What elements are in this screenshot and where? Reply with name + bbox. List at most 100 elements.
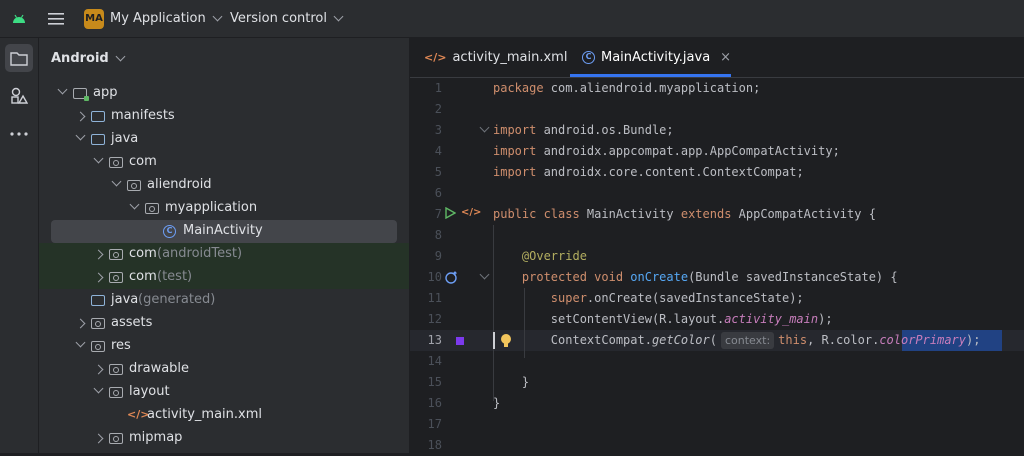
chevron-right-icon[interactable] <box>93 272 104 283</box>
tree-item[interactable]: </> activity_main.xml <box>39 404 409 427</box>
tree-item-label: layout <box>129 384 170 399</box>
tree-item[interactable]: layout <box>39 381 409 404</box>
tree-item[interactable]: manifests <box>39 105 409 128</box>
code-line-4: import androidx.appcompat.app.AppCompatA… <box>493 144 840 158</box>
line-number: 7 <box>434 207 442 221</box>
line-number: 4 <box>434 144 442 158</box>
tree-item-label: aliendroid <box>147 177 212 192</box>
line-number: 5 <box>434 165 442 179</box>
color-swatch-icon[interactable] <box>456 337 464 345</box>
package-icon <box>145 203 159 214</box>
more-tools-button[interactable] <box>5 120 33 148</box>
chevron-right-icon[interactable] <box>93 249 104 260</box>
tree-item-label: myapplication <box>165 200 258 215</box>
chevron-down-icon[interactable] <box>111 176 122 187</box>
tree-item-label: activity_main.xml <box>147 407 263 422</box>
chevron-right-icon[interactable] <box>75 111 86 122</box>
line-number: 10 <box>427 270 442 284</box>
tree-item-suffix: (generated) <box>138 292 216 307</box>
chevron-down-icon[interactable] <box>57 84 68 95</box>
tree-item-label: manifests <box>111 108 175 123</box>
code-line-7: public class MainActivity extends AppCom… <box>493 207 876 221</box>
package-icon <box>109 157 123 168</box>
tree-item[interactable]: res <box>39 335 409 358</box>
tree-item-suffix: (test) <box>157 269 193 284</box>
resource-folder-icon <box>91 341 105 352</box>
tree-item[interactable]: com (test) <box>39 266 409 289</box>
tree-item-label: assets <box>111 315 153 330</box>
run-gutter-icon[interactable] <box>445 206 457 223</box>
chevron-right-icon[interactable] <box>93 364 104 375</box>
folder-icon <box>91 134 105 145</box>
tree-item[interactable]: java (generated) <box>39 289 409 312</box>
package-icon <box>109 364 123 375</box>
line-number: 3 <box>434 123 442 137</box>
code-line-15: } <box>493 375 530 389</box>
android-logo-icon <box>12 0 26 37</box>
tree-item[interactable]: myapplication <box>39 197 409 220</box>
tree-item[interactable]: aliendroid <box>39 174 409 197</box>
tab-main-activity-java[interactable]: C MainActivity.java × <box>582 38 731 77</box>
package-icon <box>109 387 123 398</box>
folder-icon <box>91 295 105 306</box>
tree-item-label: com <box>129 154 157 169</box>
tree-item-label: MainActivity <box>183 223 263 238</box>
code-line-10: protected void onCreate(Bundle savedInst… <box>493 270 898 284</box>
chevron-down-icon[interactable] <box>93 153 104 164</box>
tree-item-label: app <box>93 85 118 100</box>
tree-item-suffix: (androidTest) <box>157 246 243 261</box>
project-tool-button[interactable] <box>5 44 33 72</box>
package-icon <box>109 249 123 260</box>
chevron-down-icon <box>333 11 344 22</box>
tree-item[interactable]: com (androidTest) <box>39 243 409 266</box>
tree-item-label: java <box>111 292 139 307</box>
line-number: 2 <box>434 102 442 116</box>
project-selector[interactable]: MA My Application <box>84 0 223 37</box>
package-icon <box>109 272 123 283</box>
tree-item[interactable]: app <box>39 82 409 105</box>
tree-item[interactable]: mipmap <box>39 427 409 450</box>
package-icon <box>127 180 141 191</box>
tree-item[interactable]: com <box>39 151 409 174</box>
code-line-1: package com.aliendroid.myapplication; <box>493 81 761 95</box>
chevron-down-icon[interactable] <box>93 383 104 394</box>
tree-item[interactable]: drawable <box>39 358 409 381</box>
chevron-right-icon[interactable] <box>93 433 104 444</box>
tree-item[interactable]: C MainActivity <box>51 220 397 243</box>
tree-item[interactable]: java <box>39 128 409 151</box>
chevron-down-icon <box>115 51 126 61</box>
tab-label: activity_main.xml <box>452 50 568 65</box>
chevron-down-icon[interactable] <box>75 337 86 348</box>
folder-icon <box>10 51 28 66</box>
line-number: 13 <box>427 333 442 347</box>
package-icon <box>109 433 123 444</box>
tab-label: MainActivity.java <box>601 50 711 65</box>
project-badge: MA <box>84 8 104 29</box>
chevron-down-icon[interactable] <box>129 199 140 210</box>
tab-activity-main-xml[interactable]: </> activity_main.xml <box>424 38 567 77</box>
code-area[interactable]: package com.aliendroid.myapplication; im… <box>490 78 1024 453</box>
chevron-right-icon[interactable] <box>75 318 86 329</box>
class-icon: C <box>163 225 176 238</box>
project-name: My Application <box>110 11 206 26</box>
xml-file-icon: </> <box>424 51 447 64</box>
resource-folder-icon <box>91 318 105 329</box>
project-view-selector[interactable]: Android <box>51 38 126 78</box>
tree-item[interactable]: assets <box>39 312 409 335</box>
line-number: 16 <box>427 396 442 410</box>
chevron-down-icon[interactable] <box>75 130 86 141</box>
code-line-3: import android.os.Bundle; <box>493 123 674 137</box>
more-dots-icon <box>10 132 28 136</box>
title-bar: MA My Application Version control <box>0 0 1024 38</box>
close-icon[interactable]: × <box>720 50 731 65</box>
related-xml-icon[interactable]: </> <box>461 207 481 218</box>
tree-item-label: com <box>129 269 157 284</box>
main-menu-icon[interactable] <box>48 0 64 37</box>
code-line-12: setContentView(R.layout.activity_main); <box>493 312 833 326</box>
class-icon: C <box>582 51 595 64</box>
override-gutter-icon[interactable] <box>445 271 459 289</box>
line-number: 8 <box>434 228 442 242</box>
version-control-menu[interactable]: Version control <box>230 0 344 37</box>
line-number: 15 <box>427 375 442 389</box>
resource-manager-button[interactable] <box>5 82 33 110</box>
